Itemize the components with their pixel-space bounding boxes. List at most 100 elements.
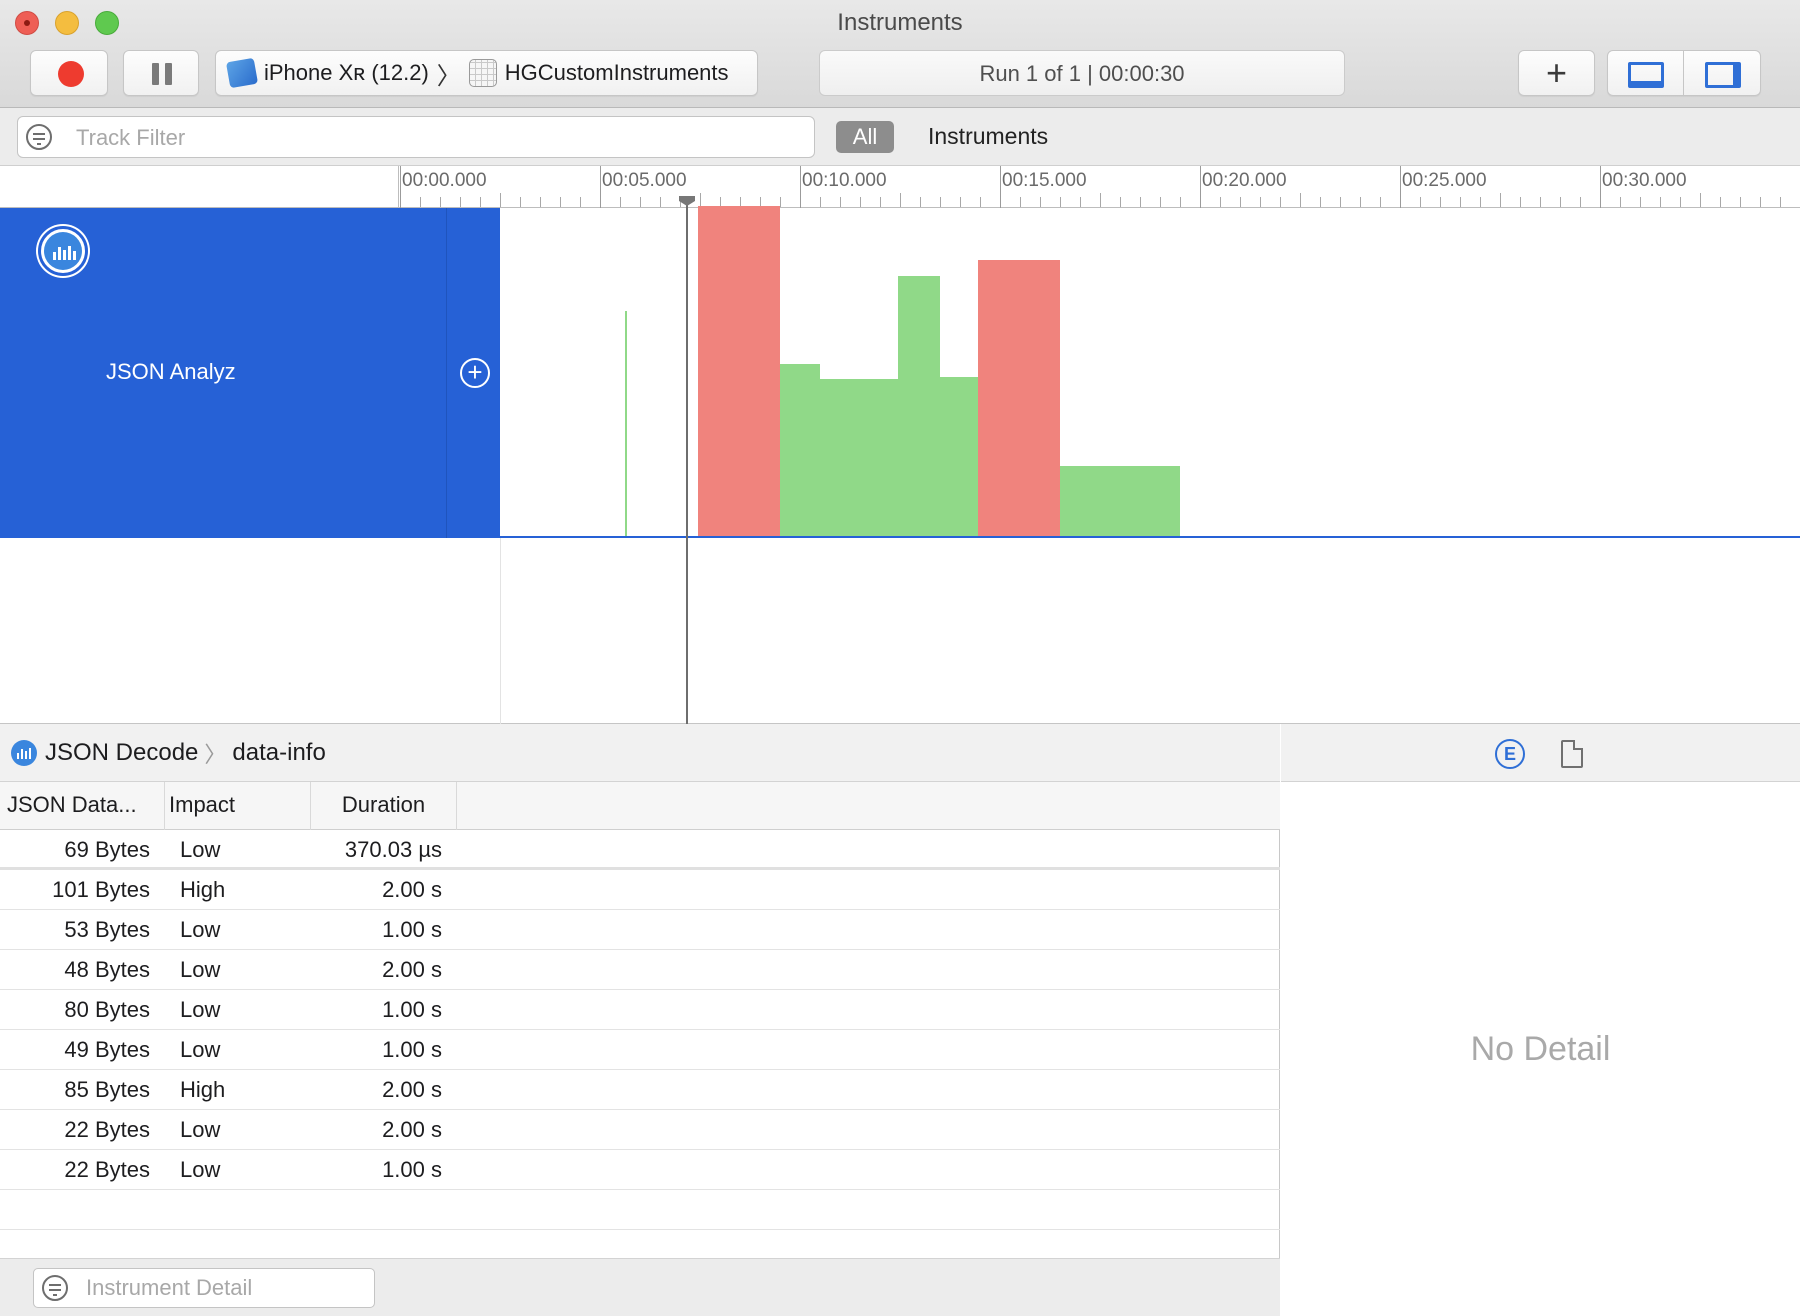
row-impact: High <box>180 877 226 902</box>
row-size: 101 Bytes <box>52 877 150 902</box>
extended-detail-icon[interactable]: E <box>1495 739 1525 769</box>
table-row[interactable]: 49 Bytes Low 1.00 s <box>0 1030 1280 1070</box>
record-icon <box>58 61 84 87</box>
column-duration[interactable]: Duration <box>311 782 457 830</box>
ruler-minor-tick <box>860 197 861 207</box>
ruler-tick-label: 00:30.000 <box>1602 170 1687 191</box>
ruler-minor-tick <box>1440 197 1441 207</box>
table-row[interactable]: 101 Bytes High 2.00 s <box>0 870 1280 910</box>
event-bar <box>1060 466 1180 536</box>
add-instrument-button[interactable]: + <box>1518 50 1595 96</box>
empty-track-area[interactable] <box>0 538 1800 724</box>
row-duration: 1.00 s <box>382 997 442 1022</box>
ruler-minor-tick <box>1220 197 1221 207</box>
device-label: iPhone Xʀ (12.2) <box>264 60 429 85</box>
ruler-minor-tick <box>1240 197 1241 207</box>
ruler-minor-tick <box>1520 197 1521 207</box>
ruler-minor-tick <box>1040 197 1041 207</box>
ruler-minor-tick <box>840 197 841 207</box>
row-duration: 2.00 s <box>382 877 442 902</box>
document-icon[interactable] <box>1561 740 1583 768</box>
ruler-minor-tick <box>1780 197 1781 207</box>
timeline-ruler[interactable]: 00:00.000 00:05.000 00:10.000 00:15.000 00:2… <box>0 166 1800 208</box>
breadcrumb-detail[interactable]: data-info <box>232 739 325 767</box>
breadcrumb-instrument[interactable]: JSON Decode <box>45 739 198 767</box>
toolbar: Instruments iPhone Xʀ (12.2) 〉 HGCustomI… <box>0 0 1800 108</box>
event-bar <box>625 311 627 536</box>
filter-bar: Track Filter All Instruments <box>0 108 1800 166</box>
table-row[interactable]: 53 Bytes Low 1.00 s <box>0 910 1280 950</box>
detail-area: JSON Decode 〉 data-info JSON Data... Imp… <box>0 724 1280 1316</box>
filter-icon <box>26 124 52 150</box>
track-graph[interactable] <box>500 206 1800 538</box>
ruler-minor-tick <box>1080 197 1081 207</box>
ruler-major-tick <box>1000 166 1001 208</box>
row-size: 48 Bytes <box>64 957 150 982</box>
event-bar <box>898 276 940 536</box>
ruler-minor-tick <box>1620 197 1621 207</box>
ruler-minor-tick <box>1100 193 1101 207</box>
row-impact: Low <box>180 997 221 1022</box>
run-status[interactable]: Run 1 of 1 | 00:00:30 <box>819 50 1345 96</box>
ruler-major-tick <box>1400 166 1401 208</box>
instruments-scope-button[interactable]: Instruments <box>928 123 1048 150</box>
ruler-minor-tick <box>580 197 581 207</box>
ruler-minor-tick <box>640 197 641 207</box>
plus-icon: + <box>1545 52 1568 93</box>
ruler-minor-tick <box>1720 197 1721 207</box>
ruler-major-tick <box>1200 166 1201 208</box>
table-row[interactable]: 22 Bytes Low 2.00 s <box>0 1110 1280 1150</box>
ruler-tick-label: 00:05.000 <box>602 170 687 191</box>
instrument-detail-input[interactable]: Instrument Detail <box>33 1268 375 1308</box>
ruler-spacer <box>0 166 399 208</box>
ruler-minor-tick <box>660 197 661 207</box>
ruler-minor-tick <box>460 197 461 207</box>
table-row[interactable]: 22 Bytes Low 1.00 s <box>0 1150 1280 1190</box>
pause-button[interactable] <box>123 50 199 96</box>
column-impact[interactable]: Impact <box>165 782 311 830</box>
track-divider <box>500 538 501 724</box>
ruler-minor-tick <box>540 197 541 207</box>
row-impact: Low <box>180 1117 221 1142</box>
track-json-analyzer[interactable]: JSON Analyz + <box>0 206 1800 538</box>
ruler-minor-tick <box>1160 197 1161 207</box>
table-row[interactable]: 80 Bytes Low 1.00 s <box>0 990 1280 1030</box>
track-header[interactable]: JSON Analyz + <box>0 208 500 538</box>
ruler-minor-tick <box>1260 197 1261 207</box>
instrument-small-icon <box>11 739 37 766</box>
no-detail-label: No Detail <box>1470 1030 1611 1068</box>
ruler-minor-tick <box>1020 197 1021 207</box>
data-table: 69 Bytes Low 370.03 µs 101 Bytes High 2.00 s 5… <box>0 830 1280 1230</box>
toggle-detail-area-button[interactable] <box>1608 51 1684 95</box>
instrument-detail-placeholder: Instrument Detail <box>86 1275 253 1300</box>
ruler-tick-label: 00:15.000 <box>1002 170 1087 191</box>
ruler-minor-tick <box>960 197 961 207</box>
row-size: 22 Bytes <box>64 1117 150 1142</box>
ruler-minor-tick <box>980 197 981 207</box>
ruler-minor-tick <box>940 197 941 207</box>
device-icon <box>225 57 259 89</box>
track-filter-input[interactable]: Track Filter <box>17 116 815 158</box>
add-track-circle-icon[interactable]: + <box>460 358 490 388</box>
row-size: 69 Bytes <box>64 837 150 862</box>
ruler-minor-tick <box>1740 197 1741 207</box>
table-row[interactable]: 85 Bytes High 2.00 s <box>0 1070 1280 1110</box>
column-json-data[interactable]: JSON Data... <box>0 782 165 830</box>
table-row[interactable]: 69 Bytes Low 370.03 µs <box>0 830 1280 870</box>
ruler-minor-tick <box>1700 193 1701 207</box>
table-row[interactable]: 48 Bytes Low 2.00 s <box>0 950 1280 990</box>
row-duration: 1.00 s <box>382 1157 442 1182</box>
ruler-minor-tick <box>1560 197 1561 207</box>
toggle-inspector-button[interactable] <box>1685 51 1761 95</box>
all-scope-button[interactable]: All <box>836 121 894 153</box>
detail-filter-bar: Instrument Detail <box>0 1258 1280 1316</box>
ruler-minor-tick <box>780 197 781 207</box>
ruler-minor-tick <box>1340 197 1341 207</box>
event-bar <box>780 364 820 536</box>
playhead[interactable] <box>686 198 688 724</box>
window-title: Instruments <box>837 9 963 36</box>
record-button[interactable] <box>30 50 108 96</box>
target-selector[interactable]: iPhone Xʀ (12.2) 〉 HGCustomInstruments <box>215 50 758 96</box>
event-bar <box>820 379 898 536</box>
row-size: 49 Bytes <box>64 1037 150 1062</box>
